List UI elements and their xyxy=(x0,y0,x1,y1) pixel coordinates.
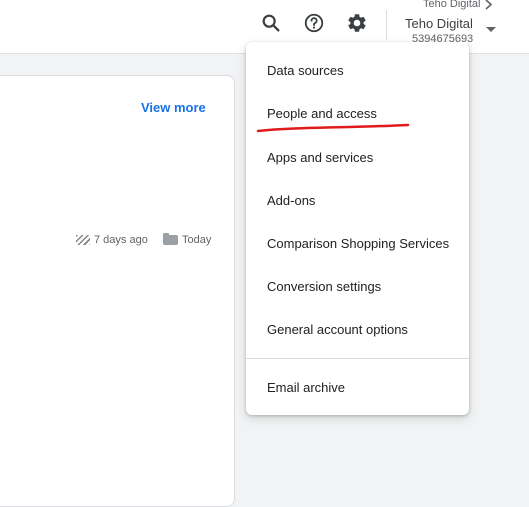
settings-menu: Data sources People and access Apps and … xyxy=(246,42,469,415)
menu-item-comparison-shopping-services[interactable]: Comparison Shopping Services xyxy=(246,222,469,265)
gear-icon xyxy=(348,14,366,32)
meta-current-period-label: Today xyxy=(182,234,212,246)
menu-item-apps-and-services[interactable]: Apps and services xyxy=(246,136,469,179)
hatched-legend-icon xyxy=(76,235,90,245)
menu-item-add-ons[interactable]: Add-ons xyxy=(246,179,469,222)
overview-card xyxy=(0,75,235,507)
search-icon xyxy=(262,14,280,32)
meta-last-period: 7 days ago xyxy=(76,234,148,246)
menu-item-general-account-options[interactable]: General account options xyxy=(246,308,469,351)
meta-last-period-label: 7 days ago xyxy=(94,234,148,246)
header-divider xyxy=(386,10,387,40)
account-breadcrumb[interactable]: Teho Digital xyxy=(423,0,493,10)
help-button[interactable] xyxy=(299,8,329,38)
menu-item-people-and-access[interactable]: People and access xyxy=(246,92,469,135)
menu-divider xyxy=(246,358,469,359)
settings-button[interactable] xyxy=(342,8,372,38)
search-button[interactable] xyxy=(256,8,286,38)
menu-item-conversion-settings[interactable]: Conversion settings xyxy=(246,265,469,308)
menu-item-data-sources[interactable]: Data sources xyxy=(246,49,469,92)
account-breadcrumb-label: Teho Digital xyxy=(423,0,481,10)
solid-legend-icon xyxy=(163,233,178,245)
help-icon xyxy=(304,13,324,33)
view-more-link[interactable]: View more xyxy=(141,100,206,115)
menu-item-email-archive[interactable]: Email archive xyxy=(246,366,469,409)
chevron-right-icon xyxy=(485,0,493,10)
account-name[interactable]: Teho Digital xyxy=(405,16,473,31)
meta-current-period: Today xyxy=(163,233,212,246)
chevron-down-icon[interactable] xyxy=(486,27,496,32)
